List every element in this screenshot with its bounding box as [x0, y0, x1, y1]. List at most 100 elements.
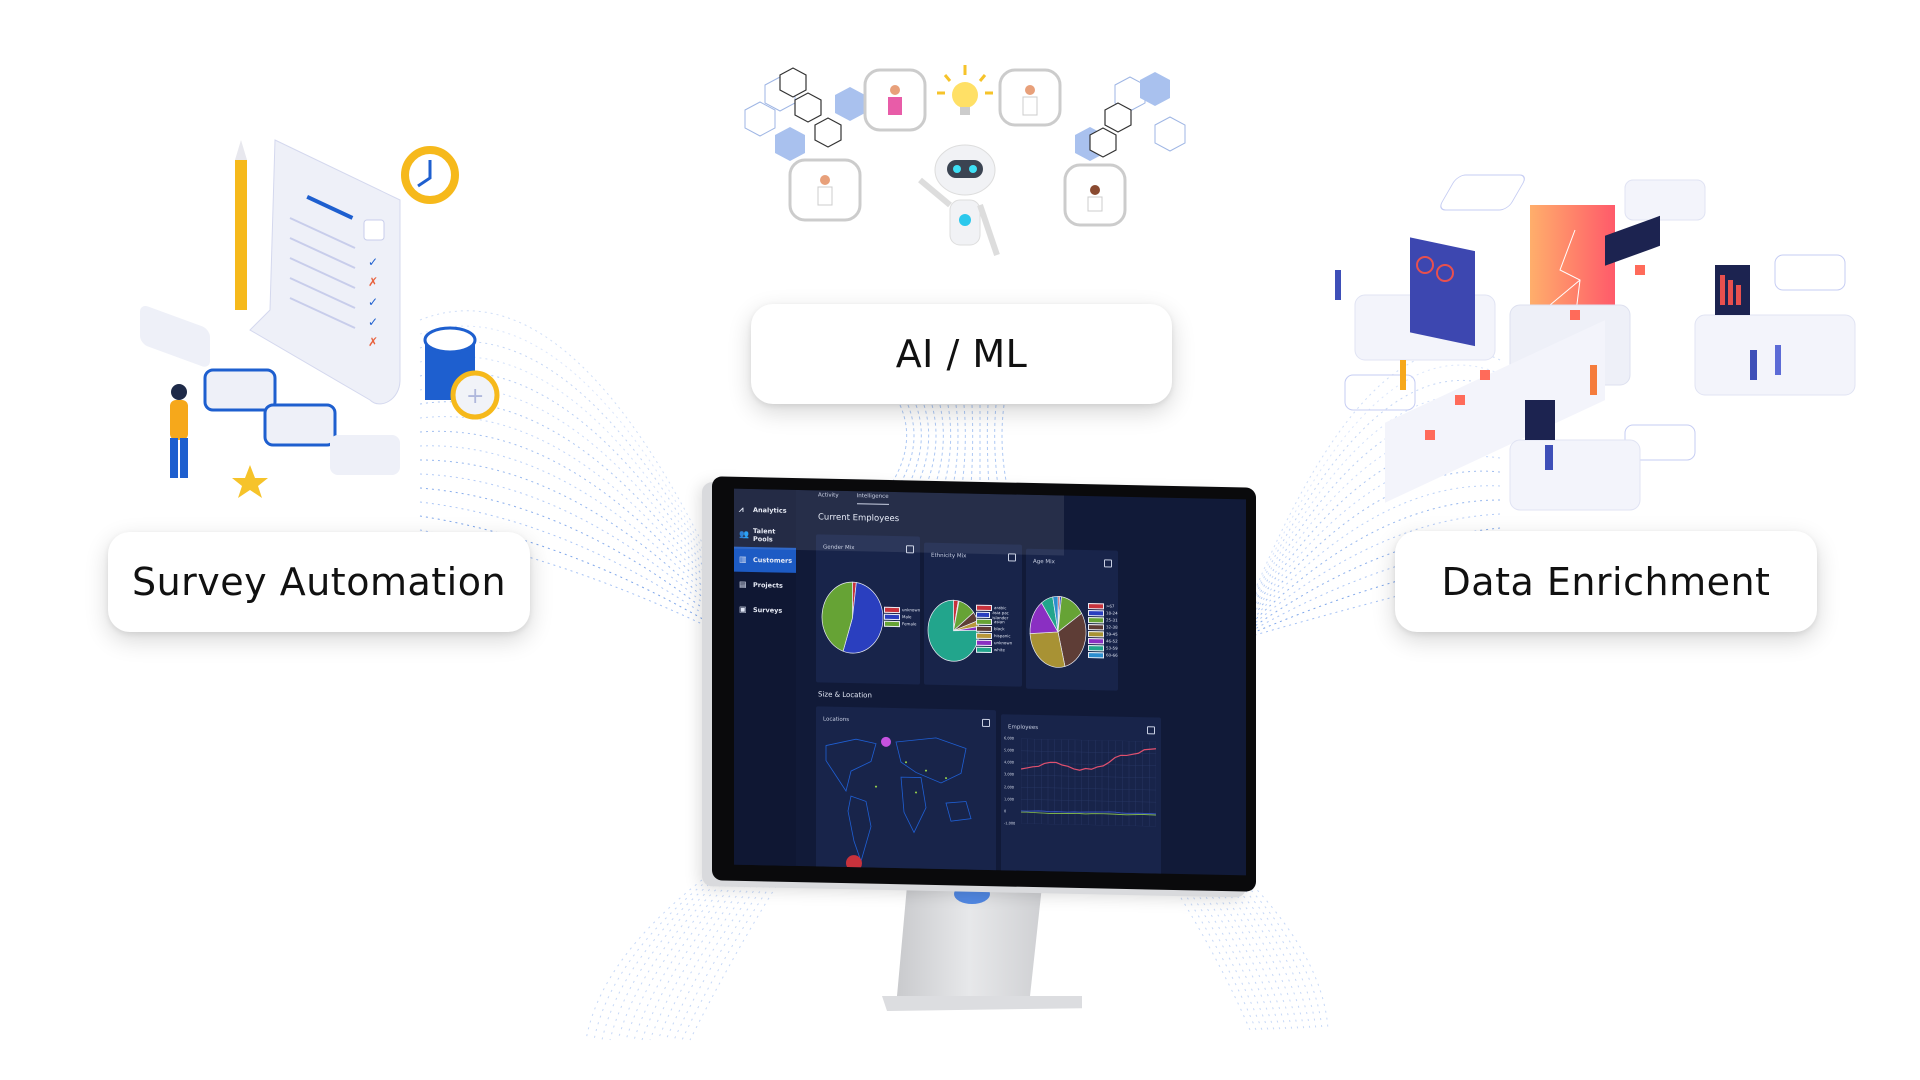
wave-line	[1235, 879, 1317, 1031]
legend-item: Female	[884, 620, 920, 628]
wave-line	[689, 879, 781, 1041]
sidebar-item-label: Customers	[753, 555, 793, 565]
wave-line	[1205, 879, 1287, 1031]
ethnicity-pie-chart	[927, 599, 980, 662]
ai-ml-label: AI / ML	[895, 332, 1028, 376]
employees-line-chart	[1021, 738, 1156, 827]
panel-title: Age Mix	[1033, 558, 1055, 566]
wave-line	[1211, 879, 1293, 1031]
legend-swatch	[884, 613, 900, 620]
wave-line	[657, 879, 757, 1041]
legend-label: white	[994, 647, 1005, 653]
dashboard-screen: ⩘ Analytics 👥 Talent Pools ▥ Customers ▤ Projec…	[734, 488, 1246, 876]
robot-chat-illustration	[744, 65, 1186, 256]
panel-title: Ethnicity Mix	[931, 552, 967, 560]
legend-swatch	[976, 639, 992, 646]
export-icon[interactable]	[1104, 559, 1112, 568]
y-tick-label: 6,000	[1004, 736, 1015, 741]
survey-automation-card[interactable]: Survey Automation	[108, 532, 530, 632]
monitor-stand	[882, 886, 1082, 1011]
y-tick-label: -1,000	[1004, 821, 1016, 826]
y-tick-label: 4,000	[1004, 760, 1015, 765]
legend-label: 39-45	[1106, 631, 1118, 637]
legend-label: 53-59	[1106, 645, 1118, 651]
sidebar-item-label: Surveys	[753, 605, 783, 615]
age-mix-panel: Age Mix >67 18-24 25-31 32-38 39-45 46-52 53-5…	[1026, 548, 1118, 691]
legend-swatch	[1088, 602, 1104, 609]
legend-label: 32-38	[1106, 624, 1118, 630]
sidebar-item-surveys[interactable]: ▣ Surveys	[734, 597, 796, 623]
y-tick-label: 2,000	[1004, 784, 1015, 790]
legend-label: unknown	[994, 640, 1013, 646]
legend-label: 25-31	[1106, 617, 1118, 623]
screen-glare	[734, 488, 1064, 556]
legend-label: >67	[1106, 603, 1115, 609]
sidebar-item-customers[interactable]: ▥ Customers	[734, 546, 796, 573]
panel-title: Employees	[1008, 724, 1039, 732]
legend-item: 25-31	[1088, 616, 1118, 624]
legend-swatch	[976, 632, 992, 639]
legend-swatch	[1088, 616, 1104, 623]
panel-title: Locations	[823, 716, 850, 724]
svg-text:✓: ✓	[368, 295, 378, 309]
wave-line	[1169, 879, 1251, 1031]
ethnicity-mix-panel: Ethnicity Mix arabic asia pac islander asi…	[924, 542, 1022, 687]
ethnicity-legend: arabic asia pac islander asian black hispani…	[976, 604, 1022, 654]
survey-document-illustration: ✓ ✓ ✓ ✗ ✗ +	[140, 139, 500, 498]
legend-label: black	[994, 626, 1005, 632]
legend-swatch	[976, 646, 992, 653]
svg-text:✗: ✗	[368, 335, 378, 349]
locations-panel: Locations	[816, 706, 996, 876]
wave-line	[1181, 879, 1263, 1031]
wave-line	[585, 879, 703, 1041]
wave-line	[649, 879, 751, 1041]
legend-label: Female	[902, 621, 917, 627]
age-pie-chart	[1029, 596, 1087, 668]
export-icon[interactable]	[1147, 726, 1155, 735]
legend-item: 53-59	[1088, 644, 1118, 652]
legend-swatch	[1088, 630, 1104, 637]
wave-line	[641, 879, 745, 1041]
gender-pie-chart	[821, 581, 884, 654]
legend-item: 46-52	[1088, 637, 1118, 645]
wave-line	[1247, 879, 1329, 1031]
legend-label: asian	[994, 619, 1005, 625]
ai-ml-card[interactable]: AI / ML	[751, 304, 1172, 404]
wave-line	[681, 879, 775, 1041]
sidebar-item-projects[interactable]: ▤ Projects	[734, 572, 796, 598]
world-map	[825, 736, 972, 872]
age-legend: >67 18-24 25-31 32-38 39-45 46-52 53-59 60-66	[1088, 602, 1118, 659]
data-enrichment-card[interactable]: Data Enrichment	[1395, 531, 1817, 632]
legend-swatch	[1088, 609, 1104, 616]
y-tick-label: 3,000	[1004, 772, 1015, 777]
wave-line	[1187, 879, 1269, 1031]
svg-text:✓: ✓	[368, 315, 378, 329]
document-icon: ▤	[739, 579, 747, 589]
sidebar-item-label: Projects	[753, 580, 783, 590]
legend-swatch	[884, 620, 900, 627]
y-tick-label: 0	[1004, 809, 1007, 814]
legend-label: unknown	[902, 607, 921, 613]
legend-item: 60-66	[1088, 651, 1118, 659]
wave-line	[1175, 879, 1257, 1031]
wave-line	[633, 879, 739, 1041]
y-tick-label: 1,000	[1004, 796, 1015, 802]
gender-mix-panel: Gender Mix unknown Male Female	[816, 534, 920, 685]
y-axis-ticks: 6,000 5,000 4,000 3,000 2,000 1,000 0 -1,000	[1001, 714, 1161, 825]
building-icon: ▥	[739, 554, 747, 564]
legend-swatch	[1088, 644, 1104, 651]
legend-swatch	[976, 618, 992, 625]
legend-swatch	[1088, 637, 1104, 644]
legend-item: 39-45	[1088, 630, 1118, 638]
legend-swatch	[1088, 651, 1104, 658]
gender-legend: unknown Male Female	[884, 606, 920, 628]
legend-swatch	[976, 604, 992, 611]
legend-label: 18-24	[1106, 610, 1118, 616]
legend-label: 60-66	[1106, 652, 1118, 658]
export-icon[interactable]	[982, 718, 990, 727]
legend-item: >67	[1088, 602, 1118, 610]
legend-swatch	[976, 625, 992, 632]
employees-panel: Employees 6,000 5,000 4,000 3,000 2,000 1,000…	[1001, 714, 1161, 876]
export-icon[interactable]	[1008, 553, 1016, 562]
legend-label: Male	[902, 614, 912, 620]
